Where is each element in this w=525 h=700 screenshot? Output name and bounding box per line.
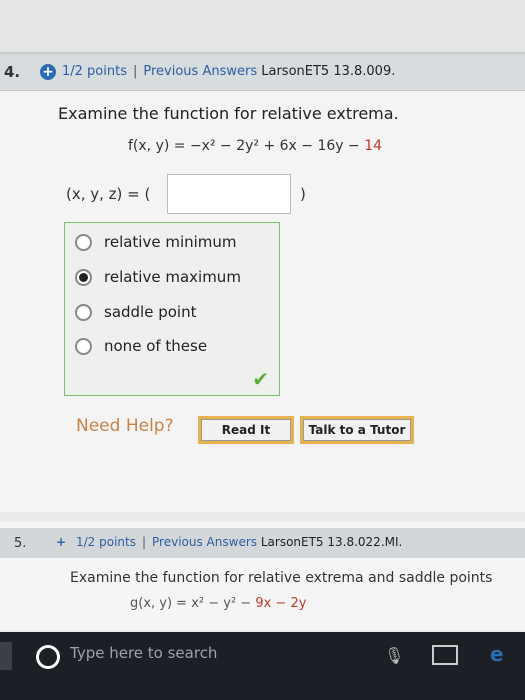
question-prompt: Examine the function for relative extrem…: [58, 104, 399, 123]
read-it-button[interactable]: Read It: [198, 416, 294, 444]
close-paren: ): [300, 185, 306, 203]
radio-button-selected[interactable]: [75, 268, 92, 286]
question-meta: 1/2 points | Previous Answers LarsonET5 13…: [76, 535, 402, 549]
function-expression: g(x, y) = x² − y² − 9x − 2y: [130, 596, 306, 611]
options-group: relative minimum relative maximum saddle…: [64, 222, 280, 396]
radio-button[interactable]: [75, 303, 92, 321]
task-view-icon[interactable]: [432, 645, 458, 665]
points-link[interactable]: 1/2 points: [76, 535, 136, 549]
taskbar-edge: [0, 642, 12, 670]
checkmark-icon: ✔: [252, 367, 269, 391]
option-saddle-point[interactable]: saddle point: [75, 303, 196, 321]
separator: |: [141, 535, 147, 549]
question-5: 5. + 1/2 points | Previous Answers LarsonE…: [0, 522, 525, 630]
separator: |: [132, 64, 138, 79]
question-header: 4. + 1/2 points | Previous Answers LarsonE…: [0, 54, 525, 91]
expand-icon[interactable]: +: [54, 535, 68, 549]
function-expression: f(x, y) = −x² − 2y² + 6x − 16y − 14: [128, 138, 382, 154]
option-label: relative minimum: [104, 233, 237, 251]
radio-button[interactable]: [75, 337, 92, 355]
question-prompt: Examine the function for relative extrem…: [70, 570, 493, 586]
need-help-label: Need Help?: [76, 416, 174, 436]
radio-button[interactable]: [75, 233, 92, 251]
top-band: [0, 0, 525, 52]
answer-input[interactable]: [167, 174, 291, 214]
question-number: 4.: [4, 63, 21, 81]
course-code: LarsonET5 13.8.009.: [261, 64, 396, 79]
option-label: relative maximum: [104, 268, 241, 286]
option-label: none of these: [104, 337, 208, 355]
option-relative-minimum[interactable]: relative minimum: [75, 233, 237, 251]
question-4: 4. + 1/2 points | Previous Answers LarsonE…: [0, 52, 525, 512]
expand-icon[interactable]: +: [40, 64, 56, 80]
cortana-icon[interactable]: [36, 645, 60, 669]
function-main: g(x, y) = x² − y² −: [130, 596, 256, 611]
question-number: 5.: [14, 536, 27, 551]
question-meta: 1/2 points | Previous Answers LarsonET5 13…: [62, 64, 395, 79]
function-main: f(x, y) = −x² − 2y² + 6x − 16y −: [128, 138, 365, 154]
question-header: 5. + 1/2 points | Previous Answers LarsonE…: [0, 528, 525, 558]
function-terms: 9x − 2y: [255, 596, 307, 611]
taskbar-search-input[interactable]: Type here to search: [70, 644, 217, 662]
answer-label: (x, y, z) = (: [66, 185, 151, 203]
function-constant: 14: [364, 138, 383, 154]
option-relative-maximum[interactable]: relative maximum: [75, 268, 241, 286]
option-none-of-these[interactable]: none of these: [75, 337, 207, 355]
course-code: LarsonET5 13.8.022.MI.: [260, 535, 403, 549]
previous-answers-link[interactable]: Previous Answers: [152, 535, 257, 549]
microphone-icon[interactable]: 🎙: [384, 646, 404, 665]
taskbar: Type here to search 🎙 e: [0, 632, 525, 700]
option-label: saddle point: [104, 303, 197, 321]
edge-browser-icon[interactable]: e: [490, 642, 504, 666]
talk-to-tutor-button[interactable]: Talk to a Tutor: [300, 416, 414, 444]
points-link[interactable]: 1/2 points: [62, 64, 127, 79]
previous-answers-link[interactable]: Previous Answers: [143, 64, 257, 79]
